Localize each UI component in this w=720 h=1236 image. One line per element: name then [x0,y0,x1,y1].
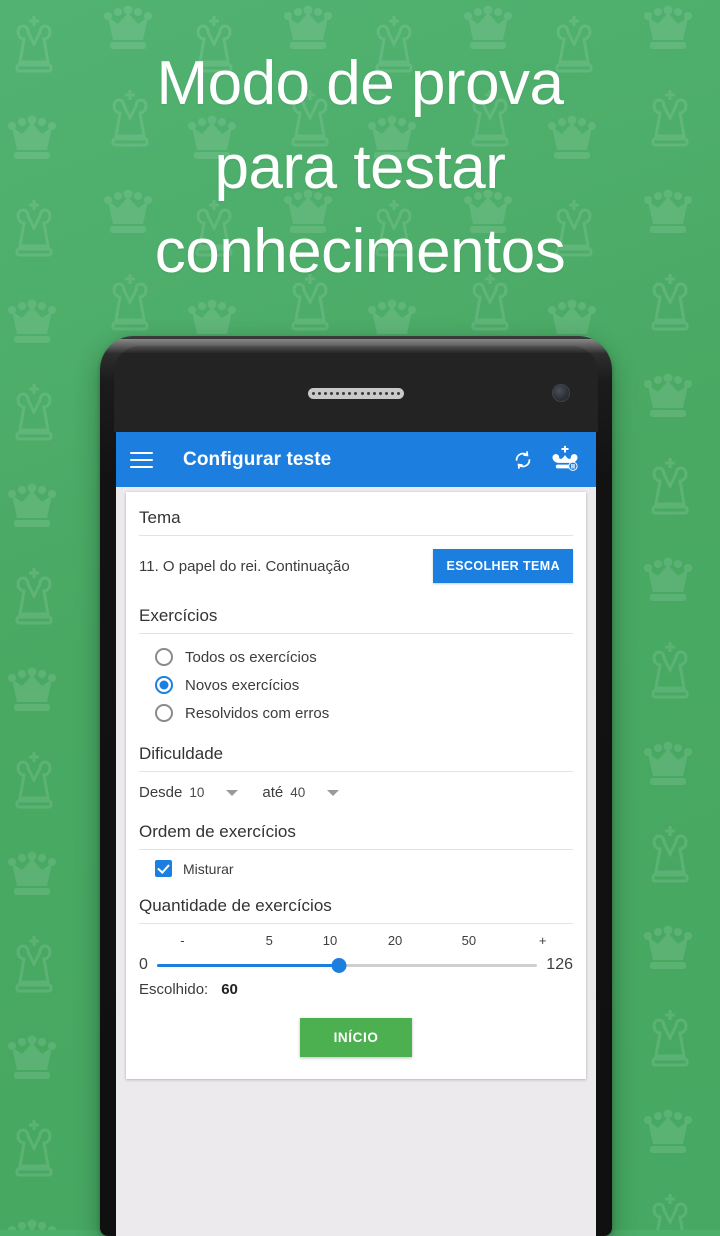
quantity-slider-block: - 5 10 20 50 + 0 126 Escolhido: 60 [139,924,573,998]
radio-label: Novos exercícios [185,676,300,694]
slider-track-fill [156,963,340,967]
shuffle-checkbox-row[interactable]: Misturar [155,860,573,877]
quantity-slider[interactable] [156,956,538,974]
phone-screen: Configurar teste Tema 11. O papel do rei… [116,432,596,1236]
theme-row: 11. O papel do rei. Continuação ESCOLHER… [139,536,573,593]
sync-glyph [515,450,531,469]
start-button[interactable]: INÍCIO [299,1018,413,1057]
chosen-label: Escolhido: [139,981,209,998]
slider-min-label: 0 [139,956,148,973]
shuffle-label: Misturar [183,860,234,877]
slider-tick-0: - [180,933,185,948]
slider-tick-5: + [538,933,547,948]
radio-label: Todos os exercícios [185,648,317,666]
radio-circle-icon [155,704,173,722]
chosen-value: 60 [221,981,238,998]
phone-bezel-highlight [106,339,606,353]
chess-king-logo-icon[interactable] [548,443,582,477]
choose-theme-button[interactable]: ESCOLHER TEMA [433,549,573,583]
radio-option-new[interactable]: Novos exercícios [155,671,573,699]
slider-tick-3: 20 [387,933,403,948]
slider-row: 0 126 [139,956,573,974]
slider-tick-1: 5 [265,933,273,948]
exercise-radio-group: Todos os exercícios Novos exercícios Res… [139,634,573,731]
difficulty-to-label: até [262,784,284,801]
difficulty-row: Desde 10 até 40 [139,772,573,809]
radio-circle-icon [155,648,173,666]
difficulty-to-value[interactable]: 40 [290,785,305,800]
earpiece-speaker-grille [308,388,404,399]
section-title-difficulty: Dificuldade [139,731,573,772]
section-title-theme: Tema [139,492,573,536]
radio-label: Resolvidos com erros [185,704,330,722]
phone-device-mockup: Configurar teste Tema 11. O papel do rei… [100,336,612,1236]
slider-tick-4: 50 [461,933,477,948]
difficulty-from-value[interactable]: 10 [189,785,204,800]
checkbox-checked-icon [155,860,172,877]
slider-thumb[interactable] [331,957,347,973]
order-checkbox-group: Misturar [139,850,573,883]
content-scroll-area[interactable]: Tema 11. O papel do rei. Continuação ESC… [116,487,596,1236]
section-title-quantity: Quantidade de exercícios [139,883,573,924]
promo-headline: Modo de prova para testar conhecimentos [154,49,566,286]
radio-circle-selected-icon [155,676,173,694]
start-button-wrap: INÍCIO [139,998,573,1057]
chevron-down-icon-from[interactable] [226,789,239,796]
section-title-exercises: Exercícios [139,593,573,634]
difficulty-from-label: Desde [139,784,183,801]
slider-tick-labels: - 5 10 20 50 + [139,933,573,953]
app-bar: Configurar teste [116,432,596,487]
theme-value: 11. O papel do rei. Continuação [139,557,350,575]
front-camera-icon [552,384,570,402]
slider-max-label: 126 [546,956,573,973]
slider-tick-2: 10 [322,933,338,948]
chess-king-glyph [552,445,578,471]
radio-option-errors[interactable]: Resolvidos com erros [155,699,573,727]
chevron-down-icon-to[interactable] [327,789,340,796]
chosen-quantity-row: Escolhido: 60 [139,974,573,998]
section-title-order: Ordem de exercícios [139,809,573,850]
settings-card: Tema 11. O papel do rei. Continuação ESC… [126,492,586,1079]
page-title: Configurar teste [183,448,332,470]
hamburger-menu-icon[interactable] [130,445,160,475]
radio-option-all[interactable]: Todos os exercícios [155,643,573,671]
sync-refresh-icon[interactable] [506,443,540,477]
